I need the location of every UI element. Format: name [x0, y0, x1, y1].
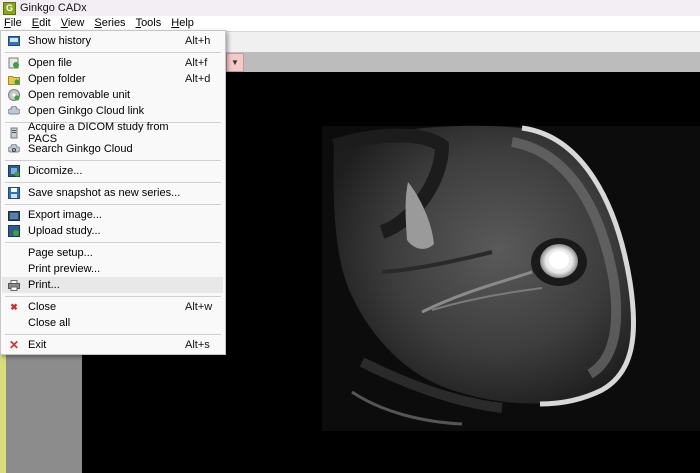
menu-item-open-folder[interactable]: Open folder Alt+d [2, 71, 223, 87]
close-icon: ✖ [10, 301, 18, 312]
export-icon [8, 209, 20, 221]
file-menu-dropdown: Show history Alt+h Open file Alt+f Open … [0, 30, 226, 355]
pacs-icon [8, 127, 20, 139]
menu-separator [5, 296, 221, 297]
menu-item-close[interactable]: ✖ Close Alt+w [2, 299, 223, 315]
save-icon [8, 187, 20, 199]
title-bar: G Ginkgo CADx [0, 0, 700, 16]
cloud-search-icon [8, 143, 20, 155]
menu-item-close-all[interactable]: Close all [2, 315, 223, 331]
window-title: Ginkgo CADx [20, 2, 87, 14]
menu-item-search-cloud[interactable]: Search Ginkgo Cloud [2, 141, 223, 157]
history-icon [8, 35, 20, 47]
menu-separator [5, 160, 221, 161]
menu-item-open-removable-unit[interactable]: Open removable unit [2, 87, 223, 103]
removable-unit-icon [8, 89, 20, 101]
menu-separator [5, 52, 221, 53]
printer-icon [8, 279, 20, 291]
menu-item-save-snapshot[interactable]: Save snapshot as new series... [2, 185, 223, 201]
menu-item-print[interactable]: Print... [2, 277, 223, 293]
cloud-link-icon [8, 105, 20, 117]
menu-edit[interactable]: Edit [27, 16, 56, 31]
menu-series[interactable]: Series [89, 16, 130, 31]
menu-item-dicomize[interactable]: Dicomize... [2, 163, 223, 179]
menu-separator [5, 242, 221, 243]
menu-separator [5, 204, 221, 205]
ginkgo-app-icon: G [3, 1, 16, 15]
exit-icon: ✕ [8, 338, 20, 352]
menu-bar: File Edit View Series Tools Help [0, 16, 700, 31]
upload-icon [8, 225, 20, 237]
menu-item-upload-study[interactable]: Upload study... [2, 223, 223, 239]
open-folder-icon [8, 73, 20, 85]
menu-item-print-preview[interactable]: Print preview... [2, 261, 223, 277]
menu-item-show-history[interactable]: Show history Alt+h [2, 33, 223, 49]
menu-item-open-file[interactable]: Open file Alt+f [2, 55, 223, 71]
dicomize-icon [8, 165, 20, 177]
open-file-icon [8, 57, 20, 69]
menu-separator [5, 334, 221, 335]
chevron-down-icon[interactable]: ▼ [226, 53, 244, 72]
menu-item-page-setup[interactable]: Page setup... [2, 245, 223, 261]
menu-tools[interactable]: Tools [131, 16, 167, 31]
menu-view[interactable]: View [56, 16, 90, 31]
menu-item-export-image[interactable]: Export image... [2, 207, 223, 223]
menu-help[interactable]: Help [166, 16, 199, 31]
menu-separator [5, 182, 221, 183]
menu-item-open-cloud-link[interactable]: Open Ginkgo Cloud link [2, 103, 223, 119]
menu-item-exit[interactable]: ✕ Exit Alt+s [2, 337, 223, 353]
menu-file[interactable]: File [0, 16, 27, 31]
menu-item-acquire-pacs[interactable]: Acquire a DICOM study from PACS [2, 121, 223, 145]
